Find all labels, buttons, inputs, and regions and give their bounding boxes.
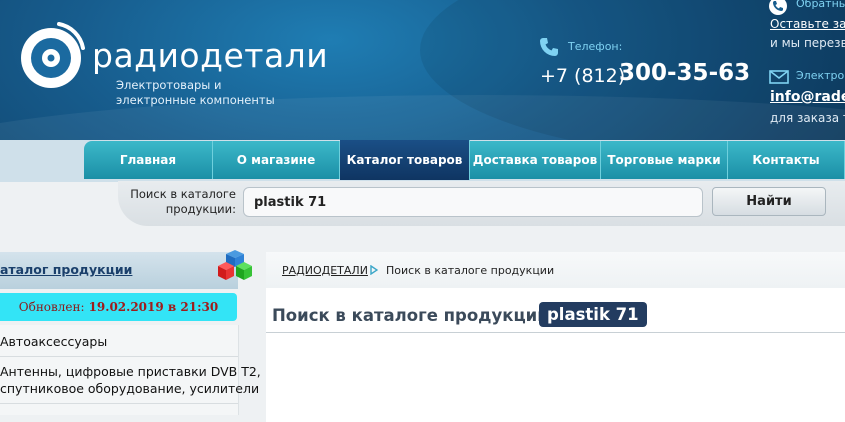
category-divider — [0, 403, 238, 404]
nav-item-contacts[interactable]: Контакты — [728, 141, 845, 179]
logo-subtitle-line: электронные компоненты — [116, 93, 275, 107]
breadcrumb-arrow-icon — [370, 265, 378, 275]
category-item-auto[interactable]: Автоаксессуары — [0, 333, 107, 351]
page-title: Поиск в каталоге продукции: — [272, 306, 556, 325]
search-query-badge: plastik 71 — [539, 302, 647, 327]
mail-icon — [769, 70, 789, 84]
phone-number[interactable]: 300-35-63 — [619, 60, 750, 86]
nav-item-brands[interactable]: Торговые марки — [601, 141, 728, 179]
phone-code: +7 (812) — [540, 65, 626, 87]
callback-icon — [769, 0, 787, 15]
breadcrumb-root-link[interactable]: РАДИОДЕТАЛИ — [282, 264, 368, 277]
email-label: Электрон — [796, 69, 845, 82]
nav-item-about[interactable]: О магазине — [213, 141, 340, 179]
updated-label: Обновлен: — [18, 300, 85, 314]
category-divider — [0, 356, 238, 357]
title-divider — [266, 332, 845, 333]
phone-icon — [540, 38, 558, 56]
category-item-antennas[interactable]: Антенны, цифровые приставки DVB T2, — [0, 363, 261, 381]
nav-item-catalog[interactable]: Каталог товаров — [340, 140, 470, 180]
email-text: для заказа т — [770, 111, 845, 125]
phone-label: Телефон: — [568, 40, 623, 53]
logo-disc-icon[interactable] — [15, 18, 87, 90]
logo-subtitle-line: Электротовары и — [116, 78, 222, 92]
updated-banner: Обновлен: 19.02.2019 в 21:30 — [0, 293, 237, 321]
search-label-line: Поиск в каталоге — [130, 187, 236, 201]
breadcrumb-current: Поиск в каталоге продукции — [386, 264, 555, 277]
callback-text: и мы перезв — [770, 36, 845, 50]
site-header: радиодетали Электротовары и электронные … — [0, 0, 845, 150]
logo-subtitle: Электротовары и электронные компоненты — [116, 78, 275, 108]
search-label-line: продукции: — [165, 202, 236, 216]
search-label: Поиск в каталоге продукции: — [120, 187, 236, 217]
cubes-icon — [218, 250, 252, 280]
main-nav: Главная О магазине Каталог товаров Доста… — [84, 140, 845, 180]
sidebar-title[interactable]: аталог продукции — [0, 262, 132, 277]
callback-link[interactable]: Оставьте зая — [770, 17, 845, 31]
nav-item-delivery[interactable]: Доставка товаров — [470, 141, 601, 179]
callback-label: Обратны — [796, 0, 845, 10]
logo-text[interactable]: радиодетали — [92, 36, 328, 75]
updated-value: 19.02.2019 в 21:30 — [88, 300, 219, 314]
search-input[interactable] — [243, 187, 703, 217]
nav-item-home[interactable]: Главная — [84, 141, 213, 179]
search-button[interactable]: Найти — [712, 187, 826, 216]
email-link[interactable]: info@rade — [770, 89, 845, 105]
category-item-antennas-cont[interactable]: спутниковое оборудование, усилители — [0, 380, 259, 398]
